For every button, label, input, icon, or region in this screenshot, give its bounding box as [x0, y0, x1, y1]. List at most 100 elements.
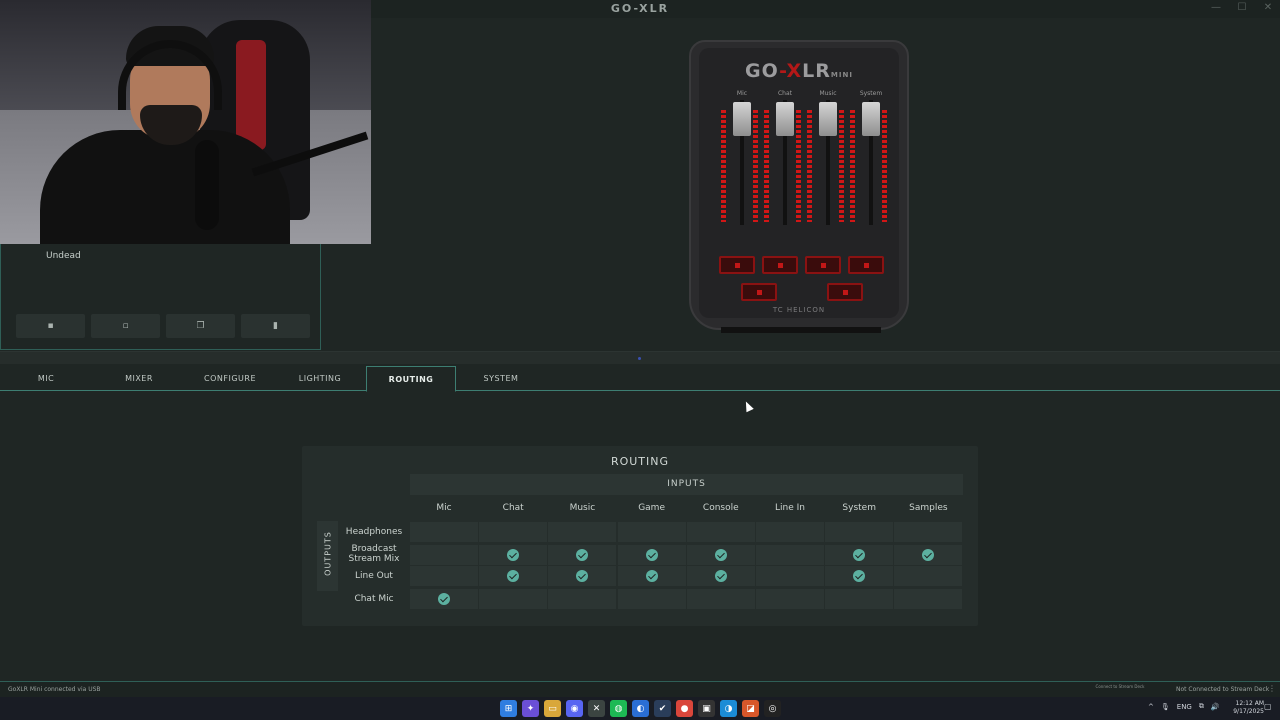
mute-button-chat[interactable] [762, 256, 798, 274]
obs-icon[interactable]: ◎ [764, 700, 781, 717]
new-profile-button[interactable]: ▫ [91, 314, 160, 338]
level-meter-chat-left [764, 110, 769, 222]
device-logo-lr: LR [802, 60, 831, 82]
route-cell[interactable] [548, 522, 617, 542]
route-cell[interactable] [894, 522, 963, 542]
delete-profile-button[interactable]: ▮ [241, 314, 310, 338]
route-cell[interactable] [617, 589, 686, 609]
input-column-line-in: Line In [775, 503, 805, 513]
route-cell[interactable] [410, 522, 478, 542]
route-cell[interactable] [479, 566, 548, 586]
route-cell[interactable] [756, 522, 824, 542]
route-cell[interactable] [479, 522, 548, 542]
webcam-chair-accent [236, 40, 266, 150]
fader-label-mic: Mic [736, 90, 748, 97]
start-icon[interactable]: ⊞ [500, 700, 517, 717]
level-meter-chat-right [796, 110, 801, 222]
office-icon[interactable]: ◪ [742, 700, 759, 717]
discord-icon[interactable]: ◉ [566, 700, 583, 717]
route-cell[interactable] [548, 589, 617, 609]
profile-name[interactable]: Undead [46, 251, 81, 261]
route-cell[interactable] [479, 589, 548, 609]
volume-icon[interactable]: 🔊 [1211, 703, 1220, 711]
route-cell[interactable] [756, 589, 824, 609]
edge-dev-icon[interactable]: ◐ [632, 700, 649, 717]
output-row-headphones: Headphones [345, 527, 403, 537]
route-cell[interactable] [410, 589, 478, 609]
tab-mic[interactable]: MIC [14, 366, 78, 391]
route-cell[interactable] [617, 522, 686, 542]
outputs-header: OUTPUTS [317, 521, 338, 591]
chrome-icon[interactable]: ● [676, 700, 693, 717]
stream-deck-connect-button[interactable]: Connect to Stream Deck [1090, 684, 1150, 689]
steam-icon[interactable]: ✔ [654, 700, 671, 717]
route-cell[interactable] [686, 522, 755, 542]
input-column-samples: Samples [909, 503, 948, 513]
profile-actions: ▪ ▫ ❐ ▮ [16, 314, 310, 338]
tray-overflow-icon[interactable]: ^ [1148, 703, 1154, 711]
mute-button-music[interactable] [805, 256, 841, 274]
fader-knob-system[interactable] [862, 102, 880, 136]
input-column-game: Game [638, 503, 665, 513]
fader-knob-mic[interactable] [733, 102, 751, 136]
route-cell[interactable] [548, 566, 617, 586]
copilot-icon[interactable]: ✦ [522, 700, 539, 717]
checkmark-icon [507, 549, 520, 561]
maximize-button[interactable]: ☐ [1236, 2, 1248, 13]
clock-time: 12:12 AM [1235, 700, 1264, 707]
route-cell[interactable] [686, 545, 755, 565]
goxlr-icon[interactable]: ✕ [588, 700, 605, 717]
save-profile-button[interactable]: ▪ [16, 314, 85, 338]
checkmark-icon [507, 570, 520, 582]
bleep-button[interactable] [741, 283, 777, 301]
route-cell[interactable] [410, 566, 478, 586]
taskbar-clock[interactable]: 12:12 AM 9/17/2025 [1228, 700, 1264, 716]
route-cell[interactable] [479, 545, 548, 565]
route-cell[interactable] [825, 545, 894, 565]
panel-splitter[interactable] [0, 351, 1280, 364]
file-explorer-icon[interactable]: ▭ [544, 700, 561, 717]
route-cell[interactable] [686, 589, 755, 609]
resize-grip-icon[interactable]: ⋮ [1268, 684, 1276, 693]
tab-mixer[interactable]: MIXER [106, 366, 172, 391]
route-cell[interactable] [617, 566, 686, 586]
route-cell[interactable] [686, 566, 755, 586]
mute-button-mic[interactable] [719, 256, 755, 274]
webcam-person-body [40, 130, 290, 244]
route-cell[interactable] [410, 545, 478, 565]
route-cell[interactable] [894, 589, 963, 609]
microphone-icon[interactable]: 🎙 [1161, 703, 1170, 711]
tab-system[interactable]: SYSTEM [468, 366, 534, 391]
cough-button[interactable] [827, 283, 863, 301]
edge-icon[interactable]: ◑ [720, 700, 737, 717]
tab-configure[interactable]: CONFIGURE [196, 366, 264, 391]
language-indicator[interactable]: ENG [1177, 703, 1192, 711]
route-cell[interactable] [825, 566, 894, 586]
route-cell[interactable] [825, 589, 894, 609]
routing-title: ROUTING [610, 455, 670, 468]
fader-knob-chat[interactable] [776, 102, 794, 136]
route-cell[interactable] [756, 545, 824, 565]
minimize-button[interactable]: — [1210, 2, 1222, 13]
input-column-chat: Chat [502, 503, 524, 513]
route-cell[interactable] [548, 545, 617, 565]
notification-icon[interactable]: ▢ [1264, 702, 1272, 711]
close-button[interactable]: ✕ [1262, 2, 1274, 13]
checkmark-icon [576, 570, 589, 582]
route-cell[interactable] [894, 566, 963, 586]
spotify-icon[interactable]: ◍ [610, 700, 627, 717]
epic-icon[interactable]: ▣ [698, 700, 715, 717]
copy-profile-button[interactable]: ❐ [166, 314, 235, 338]
fader-knob-music[interactable] [819, 102, 837, 136]
route-cell[interactable] [825, 522, 894, 542]
route-cell[interactable] [894, 545, 963, 565]
outputs-label: OUTPUTS [323, 531, 333, 576]
route-cell[interactable] [756, 566, 824, 586]
tab-lighting[interactable]: LIGHTING [286, 366, 354, 391]
route-cell[interactable] [617, 545, 686, 565]
splitter-handle[interactable] [638, 357, 641, 360]
mute-button-system[interactable] [848, 256, 884, 274]
taskbar-apps: ⊞ ✦ ▭ ◉ ✕ ◍ ◐ ✔ ● ▣ ◑ ◪ ◎ [500, 700, 781, 717]
network-icon[interactable]: ⧉ [1199, 702, 1204, 711]
tab-routing[interactable]: ROUTING [366, 366, 456, 392]
